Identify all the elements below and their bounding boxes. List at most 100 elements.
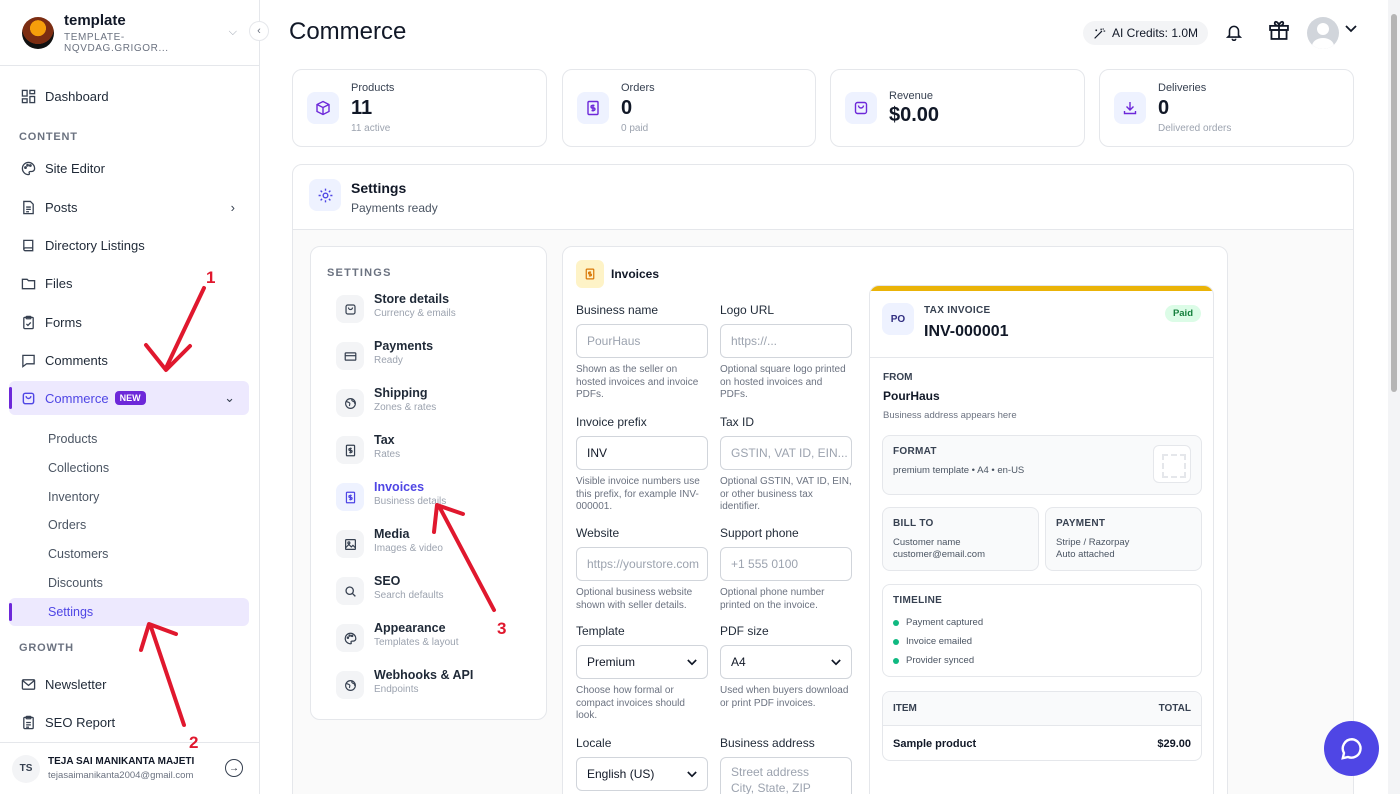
chevron-down-icon (687, 658, 697, 666)
folder-icon (20, 275, 36, 291)
sidebar-subitem-collections[interactable]: Collections (9, 454, 249, 482)
business-address-textarea[interactable]: Street address City, State, ZIP (720, 757, 852, 794)
download-icon (1114, 92, 1146, 124)
sidebar-item-files[interactable]: Files (9, 266, 249, 300)
sidebar-item-forms[interactable]: Forms (9, 305, 249, 339)
logo-url-input[interactable]: https://... (720, 324, 852, 358)
tax-id-input[interactable]: GSTIN, VAT ID, EIN... (720, 436, 852, 470)
settings-nav-webhooks-api[interactable]: Webhooks & API Endpoints (336, 668, 536, 704)
settings-nav-seo[interactable]: SEO Search defaults (336, 574, 536, 610)
timeline-item: Provider synced (893, 655, 974, 666)
settings-panel: Settings Payments ready SETTINGS Store d… (292, 164, 1354, 794)
chevron-right-icon: › (230, 199, 235, 215)
workspace-logo (22, 16, 54, 49)
settings-nav-media[interactable]: Media Images & video (336, 527, 536, 563)
stat-sub: 11 active (351, 123, 391, 134)
sidebar-item-dashboard[interactable]: Dashboard (9, 79, 249, 113)
stat-label: Revenue (889, 90, 934, 102)
field-help: Used when buyers download or print PDF i… (720, 685, 849, 709)
website-input[interactable]: https://yourstore.com (576, 547, 708, 581)
user-profile[interactable]: TS TEJA SAI MANIKANTA MAJETI tejasaimani… (0, 742, 259, 794)
stat-value: 11 (351, 97, 373, 119)
business-name-input[interactable]: PourHaus (576, 324, 708, 358)
sidebar-subitem-orders[interactable]: Orders (9, 511, 249, 539)
field-label: Business address (720, 736, 815, 750)
sidebar-item-seo-report[interactable]: SEO Report (9, 705, 249, 739)
locale-field: Locale English (US) (576, 736, 708, 791)
sidebar-item-label: Comments (45, 352, 108, 368)
scrollbar-thumb[interactable] (1391, 14, 1397, 392)
settings-nav-invoices[interactable]: Invoices Business details (336, 480, 536, 516)
sidebar-item-directory-listings[interactable]: Directory Listings (9, 228, 249, 262)
document-icon (20, 199, 36, 215)
tax-id-field: Tax ID GSTIN, VAT ID, EIN... Optional GS… (720, 415, 852, 514)
settings-nav-appearance[interactable]: Appearance Templates & layout (336, 621, 536, 657)
chevron-down-icon[interactable] (1345, 25, 1357, 33)
workspace-slug: TEMPLATE-NQVDAG.GRIGOR... (64, 31, 169, 54)
page-scrollbar[interactable] (1388, 0, 1400, 794)
stat-card-revenue: Revenue $0.00 (830, 69, 1085, 147)
field-label: Website (576, 526, 620, 540)
bell-icon[interactable] (1222, 20, 1246, 44)
collapse-sidebar-button[interactable]: ‹ (249, 21, 269, 41)
ai-credits-label: AI Credits: 1.0M (1112, 26, 1199, 40)
locale-select[interactable]: English (US) (576, 757, 708, 791)
sidebar-item-newsletter[interactable]: Newsletter (9, 667, 249, 701)
receipt-icon (577, 92, 609, 124)
settings-nav-payments[interactable]: Payments Ready (336, 339, 536, 375)
settings-nav: SETTINGS Store details Currency & emails… (310, 246, 547, 720)
sidebar-subitem-products[interactable]: Products (9, 425, 249, 453)
dashboard-icon (20, 88, 36, 104)
support-phone-input[interactable]: +1 555 0100 (720, 547, 852, 581)
shopping-bag-icon (20, 390, 36, 406)
pdf-size-select[interactable]: A4 (720, 645, 852, 679)
field-help: Visible invoice numbers use this prefix,… (576, 476, 700, 512)
workspace-name: template (64, 11, 126, 29)
settings-nav-store-details[interactable]: Store details Currency & emails (336, 292, 536, 328)
sidebar-item-posts[interactable]: Posts › (9, 190, 249, 224)
user-avatar[interactable] (1307, 17, 1339, 49)
settings-nav-sub: Ready (374, 355, 403, 366)
stat-card-deliveries: Deliveries 0 Delivered orders (1099, 69, 1354, 147)
gift-icon[interactable] (1267, 18, 1291, 42)
field-label: Invoice prefix (576, 415, 647, 429)
sidebar-subitem-inventory[interactable]: Inventory (9, 483, 249, 511)
chevron-down-icon[interactable]: ⌄ (224, 390, 235, 406)
sidebar-item-label: Site Editor (45, 160, 105, 176)
address-placeholder-line: Street address (731, 765, 810, 779)
format-label: FORMAT (893, 446, 937, 457)
template-select[interactable]: Premium (576, 645, 708, 679)
invoices-settings-card: Invoices Business name PourHaus Shown as… (562, 246, 1228, 794)
page-title: Commerce (289, 18, 407, 45)
settings-nav-sub: Zones & rates (374, 402, 437, 413)
sidebar-item-site-editor[interactable]: Site Editor (9, 151, 249, 185)
sidebar-item-comments[interactable]: Comments (9, 343, 249, 377)
table-row: Sample product $29.00 (883, 726, 1201, 760)
palette-icon (336, 624, 364, 652)
chevron-updown-icon[interactable]: ⌵ (229, 26, 237, 39)
stat-label: Deliveries (1158, 82, 1207, 94)
sidebar-item-label: Directory Listings (45, 237, 145, 253)
format-box: FORMAT premium template • A4 • en-US (882, 435, 1202, 495)
sidebar-item-label: Posts (45, 199, 78, 215)
field-label: PDF size (720, 624, 769, 638)
settings-nav-sub: Search defaults (374, 590, 444, 601)
settings-title: Settings (351, 180, 407, 196)
workspace-switcher[interactable]: template TEMPLATE-NQVDAG.GRIGOR... ⌵ ‹ (0, 0, 269, 66)
settings-body: SETTINGS Store details Currency & emails… (293, 230, 1353, 794)
support-phone-field: Support phone +1 555 0100 Optional phone… (720, 526, 852, 612)
sidebar-subitem-customers[interactable]: Customers (9, 540, 249, 568)
invoice-prefix-input[interactable]: INV (576, 436, 708, 470)
logout-icon[interactable]: → (225, 759, 243, 777)
sidebar-subitem-discounts[interactable]: Discounts (9, 569, 249, 597)
stat-label: Orders (621, 82, 655, 94)
sidebar-item-commerce[interactable]: Commerce NEW ⌄ (9, 381, 249, 415)
new-badge: NEW (114, 391, 146, 405)
settings-nav-sub: Endpoints (374, 684, 419, 695)
settings-nav-shipping[interactable]: Shipping Zones & rates (336, 386, 536, 422)
sidebar-subitem-settings[interactable]: Settings (9, 598, 249, 626)
ai-credits-badge[interactable]: AI Credits: 1.0M (1083, 21, 1209, 45)
chat-widget-button[interactable] (1324, 721, 1379, 776)
settings-nav-tax[interactable]: Tax Rates (336, 433, 536, 469)
field-help: Optional square logo printed on hosted i… (720, 364, 846, 400)
